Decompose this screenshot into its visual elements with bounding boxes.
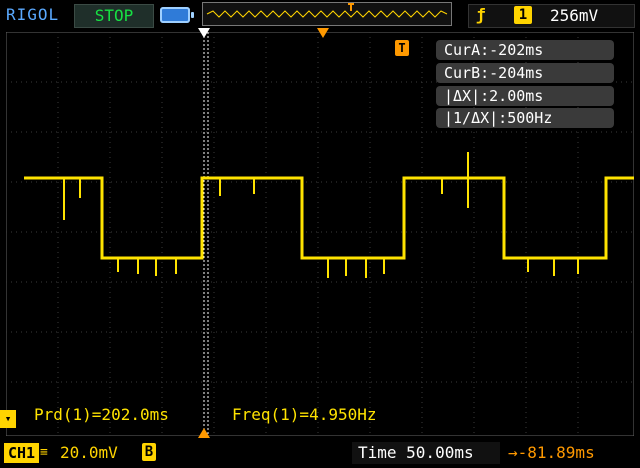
coupling-icon: ≡ xyxy=(40,445,48,460)
channel1-badge[interactable]: CH1 xyxy=(4,443,40,463)
vertical-scale: 20.0mV xyxy=(60,443,118,462)
cursor-a-readout: CurA:-202ms xyxy=(436,40,614,60)
trigger-source-badge: 1 xyxy=(514,6,532,24)
inverse-delta-x-readout: |1/ΔX|:500Hz xyxy=(436,108,614,128)
trigger-level-value: 256mV xyxy=(550,6,599,25)
cursor-top-marker xyxy=(198,28,210,38)
memory-overview xyxy=(202,2,452,26)
channel1-ground-marker: ▾ xyxy=(0,410,16,428)
trigger-delay-value: →-81.89ms xyxy=(508,443,595,462)
cursor-b-readout: CurB:-204ms xyxy=(436,63,614,83)
battery-icon xyxy=(160,7,194,23)
time-position-marker xyxy=(317,28,329,38)
rising-edge-icon: ƒ xyxy=(476,5,486,24)
timebase-value: Time 50.00ms xyxy=(352,442,500,464)
trigger-t-icon: T xyxy=(395,40,409,56)
frequency-measurement: Freq(1)=4.950Hz xyxy=(232,405,377,424)
run-stop-indicator[interactable]: STOP xyxy=(74,4,154,28)
delta-x-readout: |ΔX|:2.00ms xyxy=(436,86,614,106)
brand-label: RIGOL xyxy=(6,5,60,24)
top-status-bar: RIGOL STOP ƒ 1 256mV xyxy=(0,0,640,30)
period-measurement: Prd(1)=202.0ms xyxy=(34,405,169,424)
bandwidth-limit-badge: B xyxy=(142,443,156,461)
cursor-bottom-marker xyxy=(198,428,210,438)
memory-waveform xyxy=(206,3,448,18)
